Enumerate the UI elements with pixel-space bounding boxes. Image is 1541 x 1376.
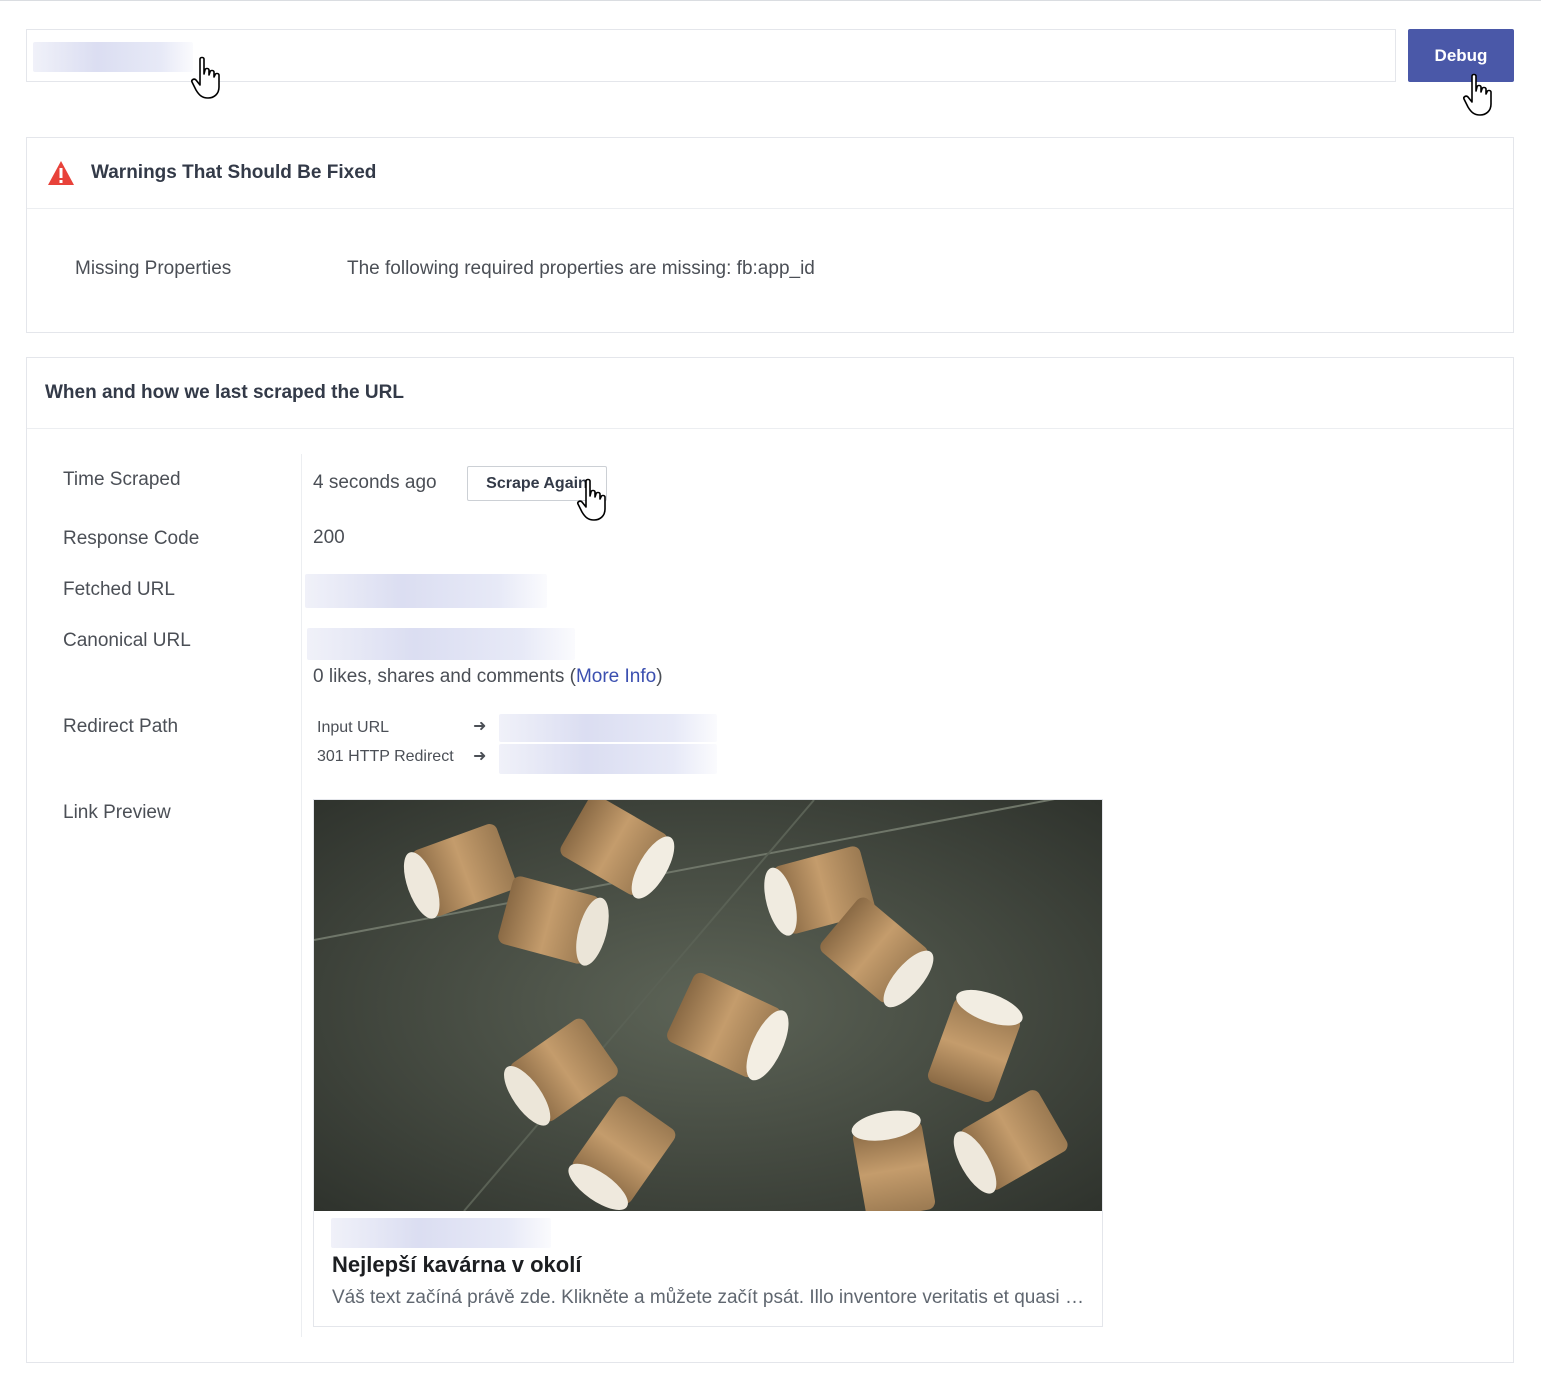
arrow-right-icon: ➜: [473, 748, 487, 765]
scrape-title: When and how we last scraped the URL: [45, 382, 404, 403]
redirect-301-label: 301 HTTP Redirect: [317, 748, 454, 765]
column-divider: [301, 454, 302, 1337]
response-code-label: Response Code: [63, 528, 200, 549]
engagement-text: 0 likes, shares and comments (More Info): [313, 666, 663, 688]
link-preview-label: Link Preview: [63, 802, 171, 823]
hand-cursor-icon: [577, 478, 606, 521]
time-scraped-label: Time Scraped: [63, 469, 181, 490]
fetched-url-label: Fetched URL: [63, 579, 175, 600]
redirect-input-url-value[interactable]: [499, 714, 717, 742]
debug-button[interactable]: Debug: [1408, 29, 1514, 82]
redirect-301-value[interactable]: [499, 744, 717, 774]
warnings-header: Warnings That Should Be Fixed: [27, 138, 1513, 209]
preview-image: [314, 800, 1102, 1211]
url-input[interactable]: [26, 29, 1396, 82]
scrape-header: When and how we last scraped the URL: [27, 358, 1513, 429]
scrape-panel: When and how we last scraped the URL Tim…: [26, 357, 1514, 1363]
response-code-value: 200: [313, 527, 345, 548]
engagement-close: ): [656, 666, 663, 687]
more-info-link[interactable]: More Info: [576, 666, 656, 687]
hand-cursor-icon: [1463, 73, 1492, 116]
preview-title: Nejlepší kavárna v okolí: [332, 1252, 582, 1277]
engagement-count: 0 likes, shares and comments (: [313, 666, 576, 687]
preview-domain: [331, 1218, 551, 1248]
canonical-url-label: Canonical URL: [63, 630, 191, 651]
arrow-right-icon: ➜: [473, 718, 487, 735]
warnings-title: Warnings That Should Be Fixed: [91, 162, 377, 183]
warning-icon: [48, 161, 74, 185]
redacted-url: [33, 42, 193, 72]
redirect-path-label: Redirect Path: [63, 716, 179, 737]
time-scraped-value: 4 seconds ago: [313, 472, 437, 493]
link-preview-card[interactable]: Nejlepší kavárna v okolí Váš text začíná…: [313, 799, 1103, 1327]
warnings-panel: Warnings That Should Be Fixed Missing Pr…: [26, 137, 1514, 333]
canonical-url-value[interactable]: [307, 628, 575, 660]
redirect-input-url-label: Input URL: [317, 719, 390, 736]
warning-label: Missing Properties: [75, 258, 232, 279]
top-divider: [0, 0, 1541, 1]
warning-text: The following required properties are mi…: [347, 258, 815, 279]
fetched-url-value[interactable]: [305, 574, 547, 608]
preview-description: Váš text začíná právě zde. Klikněte a mů…: [332, 1287, 1090, 1308]
hand-cursor-icon: [191, 56, 220, 99]
